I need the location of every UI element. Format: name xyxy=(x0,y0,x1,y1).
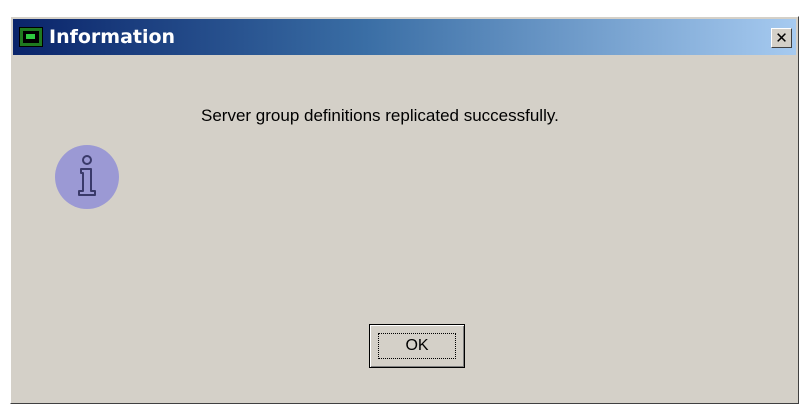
ok-button[interactable]: OK xyxy=(369,324,465,368)
information-icon xyxy=(55,145,119,209)
close-icon: ✕ xyxy=(775,29,788,47)
window-title: Information xyxy=(49,26,176,48)
ok-button-label: OK xyxy=(405,337,429,354)
close-button[interactable]: ✕ xyxy=(771,28,792,48)
title-bar[interactable]: Information ✕ xyxy=(13,19,796,55)
java-console-icon xyxy=(19,27,43,47)
information-dialog: Information ✕ Server group definitions r… xyxy=(10,16,799,404)
message-text: Server group definitions replicated succ… xyxy=(201,106,559,125)
